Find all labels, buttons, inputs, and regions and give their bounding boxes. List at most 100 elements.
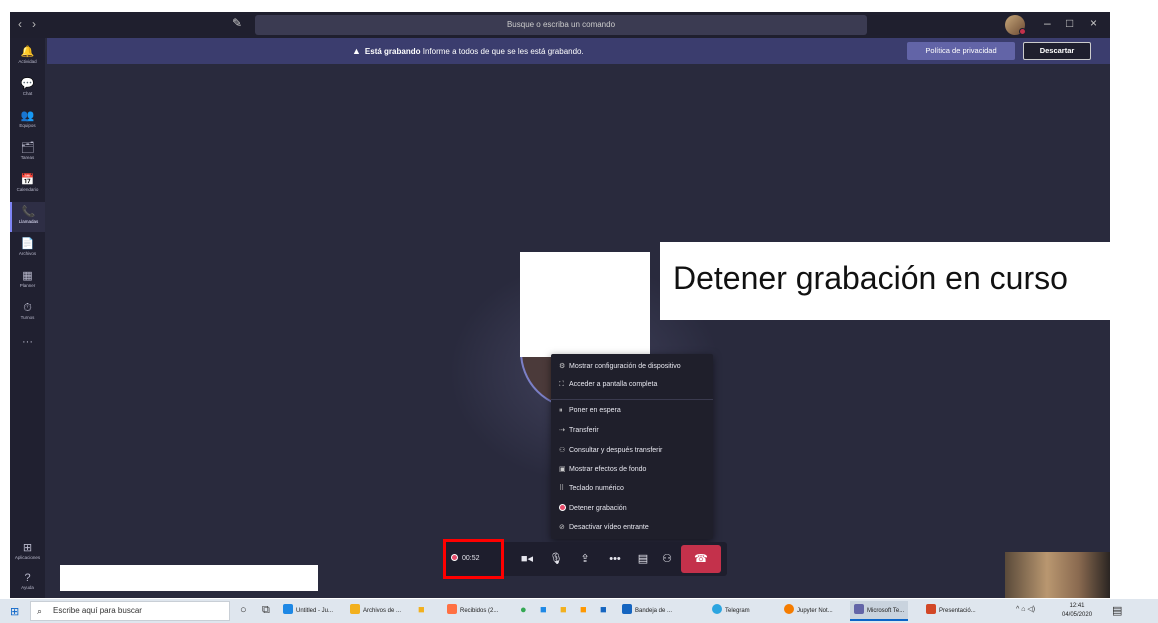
rail-item-chat[interactable]: 💬 Chat [10,74,45,104]
rail-item-calendario[interactable]: 📅 Calendario [10,170,45,200]
store-icon[interactable]: ■ [418,604,425,616]
taskbar-app-mail[interactable]: Recibidos (2... [447,601,498,621]
teams-icon: 👥 [20,110,35,122]
menu-item-label: Mostrar configuración de dispositivo [569,363,681,370]
rail-label: Chat [22,91,33,96]
apps-icon: ⊞ [22,542,33,554]
chrome-icon[interactable]: ● [520,604,527,616]
menu-item-label: Teclado numérico [569,485,624,492]
taskbar-search-input[interactable]: ⌕ Escribe aquí para buscar [30,601,230,621]
app-icon[interactable]: ■ [600,604,607,616]
menu-item-background-effects[interactable]: ▣ Mostrar efectos de fondo [559,465,646,473]
compose-icon[interactable]: ✎ [232,16,242,30]
clock-time: 12:41 [1069,603,1085,609]
share-button[interactable]: ⇪ [571,542,599,576]
taskbar-app-outlook[interactable]: Bandeja de ... [622,601,672,621]
rail-label: Actividad [18,59,37,64]
transfer-icon: ⇢ [559,427,565,434]
menu-item-dialpad[interactable]: ⠿ Teclado numérico [559,484,624,492]
system-tray-icons[interactable]: ^ ⌂ ◁) [1016,605,1035,613]
menu-item-hold[interactable]: ⏸ Poner en espera [559,407,621,415]
annotation-callout: Detener grabación en curso [660,242,1158,320]
app-icon[interactable]: ■ [580,604,587,616]
files-icon: 📄 [20,238,35,250]
menu-item-disable-incoming-video[interactable]: ⊘ Desactivar vídeo entrante [559,523,649,531]
privacy-policy-button[interactable]: Política de privacidad [907,42,1015,60]
app-label: Archivos de ... [363,608,402,614]
more-actions-button[interactable]: ••• [601,542,629,576]
rail-item-turnos[interactable]: ⏱ Turnos [10,298,45,328]
rail-item-ayuda[interactable]: ? Ayuda [10,568,45,598]
menu-item-device-settings[interactable]: ⚙ Mostrar configuración de dispositivo [559,362,681,370]
rail-item-tareas[interactable]: 🗂 Tareas [10,138,45,168]
rail-item-llamadas[interactable]: 📞 Llamadas [10,202,45,232]
taskbar-app-files[interactable]: Archivos de ... [350,601,401,621]
redaction-box [520,252,650,357]
rail-label: Ayuda [21,585,34,590]
recording-banner-bold: Está grabando [364,47,421,56]
rail-label: Planner [19,283,36,288]
menu-item-consult-transfer[interactable]: ⚇ Consultar y después transferir [559,446,662,454]
record-icon [559,504,566,511]
title-bar: ‹ › ✎ Busque o escriba un comando – □ × [10,12,1110,38]
menu-item-label: Mostrar efectos de fondo [569,466,647,473]
rail-item-equipos[interactable]: 👥 Equipos [10,106,45,136]
sticky-icon[interactable]: ■ [560,604,567,616]
app-icon [283,604,293,614]
more-actions-menu: ⚙ Mostrar configuración de dispositivo ⛶ A… [551,354,713,539]
task-view-icon[interactable]: ⧉ [262,604,270,617]
bell-icon: 🔔 [20,46,35,58]
rail-more-button[interactable]: ··· [10,332,45,362]
camera-icon: ■◂ [520,553,534,565]
fullscreen-icon: ⛶ [559,381,564,388]
taskbar-search-placeholder: Escribe aquí para buscar [53,606,142,615]
cortana-icon[interactable]: ○ [240,604,247,616]
microphone-button[interactable]: 🎙 [543,542,569,576]
mail-icon[interactable]: ■ [540,604,547,616]
back-button[interactable]: ‹ [18,17,22,31]
menu-item-label: Desactivar vídeo entrante [569,524,649,531]
minimize-button[interactable]: – [1044,16,1051,30]
notifications-icon[interactable]: ▤ [1112,604,1122,617]
forward-button[interactable]: › [32,17,36,31]
taskbar-app-powerpoint[interactable]: Presentació... [926,601,976,621]
annotation-text: Detener grabación en curso [673,260,1068,296]
taskbar-clock[interactable]: 12:41 04/05/2020 [1062,602,1092,620]
hang-up-button[interactable]: ☎ [681,545,721,573]
chat-button[interactable]: ▤ [631,542,655,576]
menu-item-transfer[interactable]: ⇢ Transferir [559,426,599,434]
app-label: Telegram [725,608,750,614]
dialpad-icon: ⠿ [559,485,565,492]
close-button[interactable]: × [1090,16,1097,30]
powerpoint-icon [926,604,936,614]
windows-taskbar: ⊞ ⌕ Escribe aquí para buscar ○ ⧉ Untitled… [0,599,1158,623]
menu-item-label: Acceder a pantalla completa [569,381,658,388]
taskbar-app-jupyter[interactable]: Jupyter Not... [784,601,833,621]
telegram-icon [712,604,722,614]
firefox-icon [447,604,457,614]
app-label: Jupyter Not... [797,608,833,614]
rail-label: Turnos [20,315,35,320]
rail-item-actividad[interactable]: 🔔 Actividad [10,42,45,72]
taskbar-app-telegram[interactable]: Telegram [712,601,750,621]
dismiss-button[interactable]: Descartar [1023,42,1091,60]
taskbar-app-untitled[interactable]: Untitled - Ju... [283,601,333,621]
maximize-button[interactable]: □ [1066,16,1073,30]
menu-item-stop-recording[interactable]: Detener grabación [559,504,627,512]
app-label: Microsoft Te... [867,608,905,614]
folder-icon [350,604,360,614]
menu-item-fullscreen[interactable]: ⛶ Acceder a pantalla completa [559,381,657,389]
command-search-input[interactable]: Busque o escriba un comando [255,15,867,35]
menu-item-label: Detener grabación [569,505,627,512]
participants-button[interactable]: ⚇ [655,542,679,576]
presence-status-icon [1019,28,1026,35]
menu-item-label: Poner en espera [569,407,621,414]
camera-button[interactable]: ■◂ [513,542,541,576]
rail-item-archivos[interactable]: 📄 Archivos [10,234,45,264]
rail-item-planner[interactable]: ▦ Planner [10,266,45,296]
windows-start-icon[interactable]: ⊞ [10,605,19,618]
rail-item-aplicaciones[interactable]: ⊞ Aplicaciones [10,538,45,568]
menu-item-label: Consultar y después transferir [569,447,663,454]
taskbar-app-teams[interactable]: Microsoft Te... [850,601,909,621]
redaction-strip [60,565,318,591]
